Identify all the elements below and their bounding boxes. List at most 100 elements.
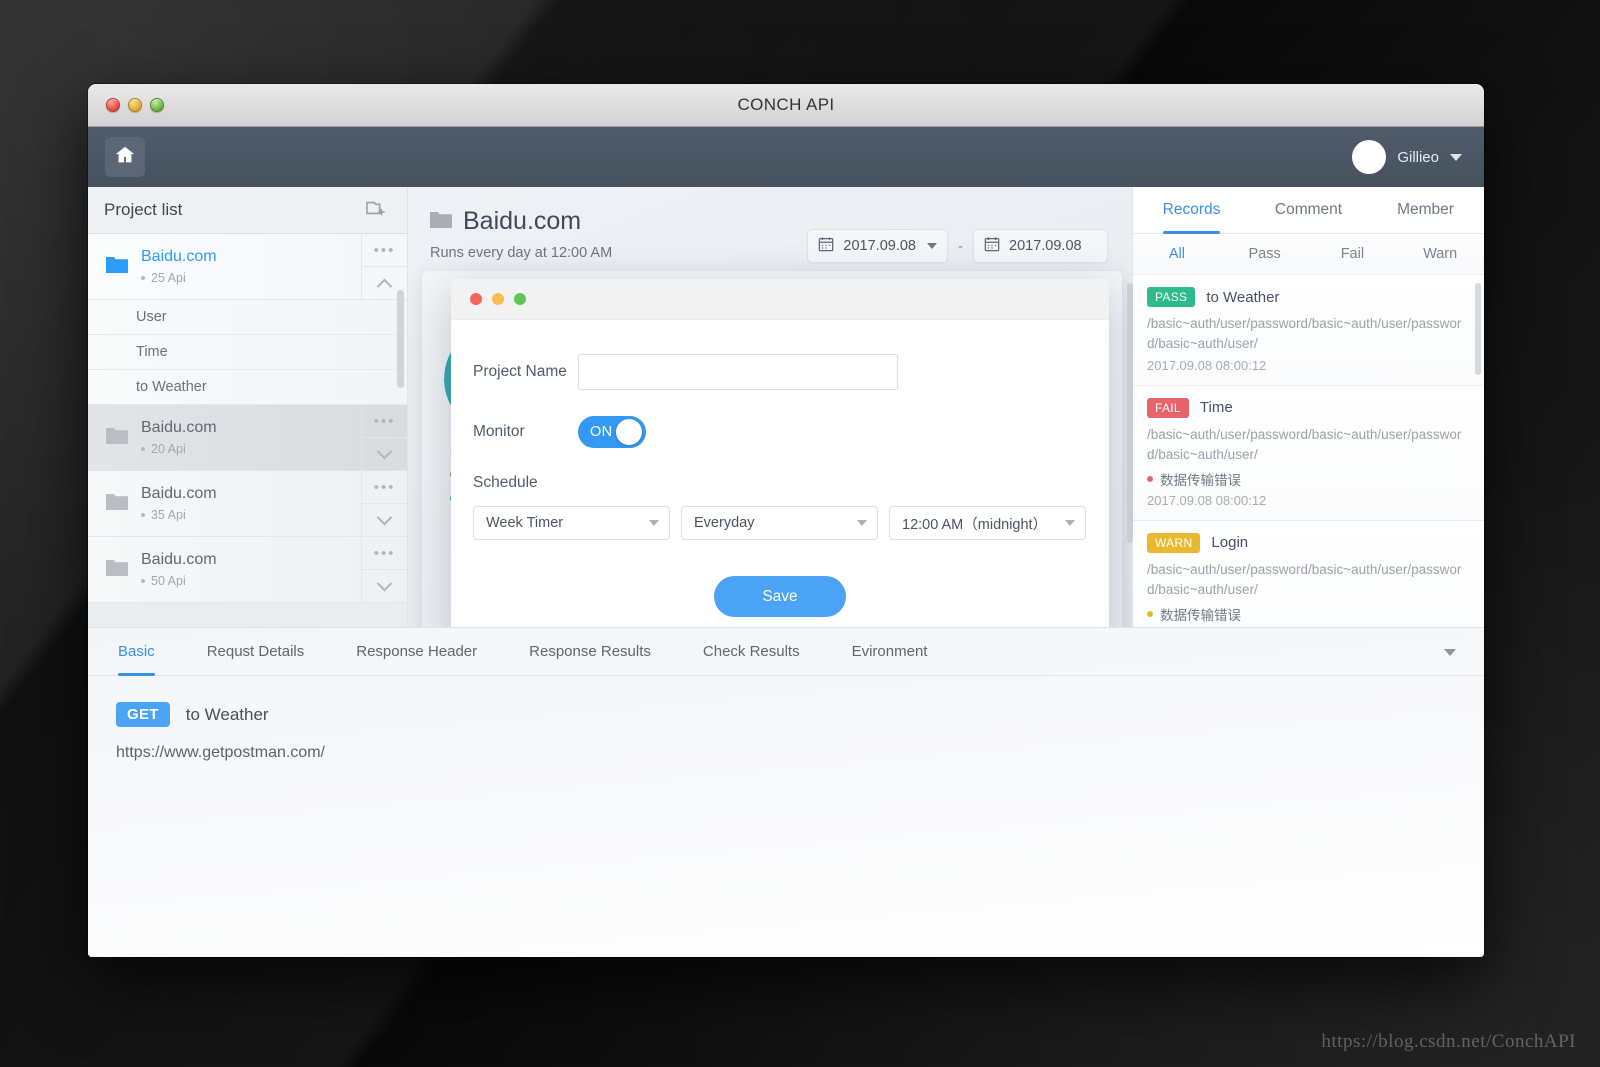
record-message-text: 数据传输错误 bbox=[1160, 607, 1241, 623]
project-row[interactable]: Baidu.com 35 Api ••• bbox=[88, 471, 407, 537]
chevron-down-icon bbox=[1450, 153, 1462, 161]
record-name: to Weather bbox=[1206, 288, 1280, 306]
record-message-text: 数据传输错误 bbox=[1160, 472, 1241, 488]
home-button[interactable] bbox=[105, 137, 145, 177]
filter-pass[interactable]: Pass bbox=[1221, 234, 1309, 274]
record-item[interactable]: PASS to Weather /basic~auth/user/passwor… bbox=[1133, 275, 1484, 386]
new-folder-icon[interactable] bbox=[365, 198, 387, 223]
chevron-down-icon[interactable] bbox=[1444, 649, 1456, 656]
user-menu[interactable]: Gillieo bbox=[1352, 140, 1462, 174]
tab-records[interactable]: Records bbox=[1133, 187, 1250, 234]
modal-minimize-button[interactable] bbox=[492, 293, 504, 305]
project-name-label: Project Name bbox=[473, 363, 567, 380]
project-name: Baidu.com bbox=[141, 551, 217, 568]
schedule-timer-value: Week Timer bbox=[486, 515, 564, 531]
request-endpoint: https://www.getpostman.com/ bbox=[116, 744, 325, 761]
filter-warn[interactable]: Warn bbox=[1396, 234, 1484, 274]
tab-member[interactable]: Member bbox=[1367, 187, 1484, 233]
schedule-label: Schedule bbox=[473, 474, 538, 491]
modal-close-button[interactable] bbox=[470, 293, 482, 305]
tab-evironment[interactable]: Evironment bbox=[826, 628, 954, 676]
project-expand-button[interactable] bbox=[362, 437, 407, 470]
status-badge: WARN bbox=[1147, 532, 1201, 553]
project-row[interactable]: Baidu.com 50 Api ••• bbox=[88, 537, 407, 603]
project-expand-button[interactable] bbox=[362, 503, 407, 536]
chevron-down-icon bbox=[376, 443, 393, 459]
project-more-button[interactable]: ••• bbox=[362, 537, 407, 569]
project-name-field-row: Project Name bbox=[473, 354, 1109, 390]
project-name: Baidu.com bbox=[141, 248, 217, 265]
modal-maximize-button[interactable] bbox=[514, 293, 526, 305]
records-filter-bar: All Pass Fail Warn bbox=[1133, 234, 1484, 275]
record-item[interactable]: FAIL Time /basic~auth/user/password/basi… bbox=[1133, 385, 1484, 521]
api-item[interactable]: to Weather bbox=[88, 370, 407, 405]
watermark-text: https://blog.csdn.net/ConchAPI bbox=[1321, 1031, 1576, 1052]
chevron-down-icon bbox=[1065, 520, 1075, 526]
project-row-controls: ••• bbox=[361, 405, 407, 470]
tab-check-results[interactable]: Check Results bbox=[677, 628, 826, 676]
api-item[interactable]: User bbox=[88, 300, 407, 335]
schedule-day-value: Everyday bbox=[694, 515, 755, 531]
more-icon: ••• bbox=[373, 241, 396, 259]
modal-actions: Save bbox=[473, 576, 1109, 617]
schedule-timer-select[interactable]: Week Timer bbox=[473, 506, 670, 540]
chevron-down-icon bbox=[649, 520, 659, 526]
toggle-knob bbox=[616, 419, 642, 445]
project-more-button[interactable]: ••• bbox=[362, 471, 407, 503]
record-name: Time bbox=[1199, 399, 1233, 417]
project-more-button[interactable]: ••• bbox=[362, 405, 407, 437]
tab-response-results[interactable]: Response Results bbox=[503, 628, 677, 676]
user-name-label: Gillieo bbox=[1397, 148, 1439, 166]
monitor-label: Monitor bbox=[473, 423, 525, 440]
monitor-toggle[interactable]: ON bbox=[578, 416, 646, 448]
project-api-count: 35 Api bbox=[141, 508, 217, 522]
tab-requst-details[interactable]: Requst Details bbox=[181, 628, 331, 676]
folder-icon bbox=[106, 492, 128, 515]
window-title: CONCH API bbox=[737, 95, 835, 114]
filter-fail[interactable]: Fail bbox=[1309, 234, 1397, 274]
tab-response-header[interactable]: Response Header bbox=[330, 628, 503, 676]
date-to-value: 2017.09.08 bbox=[1009, 238, 1082, 254]
date-to-picker[interactable]: 2017.09.08 bbox=[973, 229, 1108, 263]
calendar-icon bbox=[818, 236, 834, 256]
tab-basic[interactable]: Basic bbox=[118, 628, 181, 676]
sidebar-scrollbar[interactable] bbox=[397, 290, 404, 388]
chevron-down-icon bbox=[376, 509, 393, 525]
folder-icon bbox=[430, 210, 452, 233]
sidebar-header: Project list bbox=[88, 187, 407, 234]
project-row[interactable]: Baidu.com 20 Api ••• bbox=[88, 405, 407, 471]
schedule-time-select[interactable]: 12:00 AM（midnight） bbox=[889, 506, 1086, 540]
folder-icon bbox=[106, 426, 128, 449]
window-titlebar: CONCH API bbox=[88, 84, 1484, 127]
project-more-button[interactable]: ••• bbox=[362, 234, 407, 266]
details-tabs: Basic Requst Details Response Header Res… bbox=[88, 628, 1484, 676]
project-api-count: 20 Api bbox=[141, 442, 217, 456]
folder-icon bbox=[106, 255, 128, 278]
request-summary: GET to Weather bbox=[116, 702, 1484, 727]
project-expand-button[interactable] bbox=[362, 569, 407, 602]
project-name-input[interactable] bbox=[578, 354, 898, 390]
save-button[interactable]: Save bbox=[714, 576, 846, 617]
record-url: /basic~auth/user/password/basic~auth/use… bbox=[1147, 426, 1462, 462]
tab-comment[interactable]: Comment bbox=[1250, 187, 1367, 233]
schedule-selectors: Week Timer Everyday 12:00 AM（midnight） bbox=[473, 506, 1109, 540]
project-row[interactable]: Baidu.com 25 Api ••• bbox=[88, 234, 407, 300]
date-from-picker[interactable]: 2017.09.08 bbox=[807, 229, 948, 263]
record-message: 数据传输错误 bbox=[1147, 604, 1468, 624]
status-badge: FAIL bbox=[1147, 397, 1189, 418]
project-row-controls: ••• bbox=[361, 537, 407, 602]
center-scrollbar[interactable] bbox=[1127, 283, 1133, 543]
project-api-count: 50 Api bbox=[141, 574, 217, 588]
http-method-badge: GET bbox=[116, 702, 170, 727]
records-scrollbar[interactable] bbox=[1475, 283, 1481, 375]
api-item[interactable]: Time bbox=[88, 335, 407, 370]
schedule-day-select[interactable]: Everyday bbox=[681, 506, 878, 540]
schedule-time-value: 12:00 AM（midnight） bbox=[902, 516, 1048, 533]
record-url: /basic~auth/user/password/basic~auth/use… bbox=[1147, 316, 1462, 351]
filter-all[interactable]: All bbox=[1133, 234, 1221, 274]
request-name: to Weather bbox=[185, 704, 269, 724]
more-icon: ••• bbox=[373, 412, 396, 430]
project-name: Baidu.com bbox=[141, 419, 217, 436]
date-range-separator: - bbox=[958, 237, 963, 255]
page-title-text: Baidu.com bbox=[463, 207, 582, 235]
